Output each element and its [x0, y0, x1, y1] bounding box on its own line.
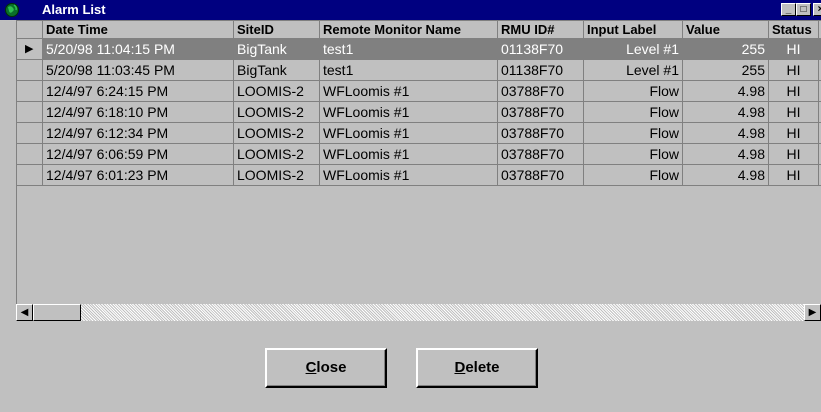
- cell-remote-monitor-name: WFLoomis #1: [320, 81, 498, 102]
- delete-button-mnemonic: D: [454, 359, 466, 376]
- cell-value: 4.98: [683, 165, 769, 186]
- cell-remote-monitor-name: test1: [320, 60, 498, 81]
- grid-empty-area: [17, 228, 821, 306]
- title-bar[interactable]: Alarm List _ □ ×: [0, 0, 821, 20]
- table-row[interactable]: 5/20/98 11:04:15 PM BigTank test1 01138F70 L…: [17, 39, 821, 60]
- cell-value: 4.98: [683, 102, 769, 123]
- cell-status: HI: [769, 81, 819, 102]
- cell-value: 4.98: [683, 81, 769, 102]
- cell-value: 255: [683, 60, 769, 81]
- cell-status: HI: [769, 123, 819, 144]
- table-row[interactable]: 12/4/97 6:24:15 PM LOOMIS-2 WFLoomis #1 037…: [17, 81, 821, 102]
- grid-corner: [17, 21, 43, 39]
- cell-input-label: Level #1: [584, 39, 683, 60]
- cell-input-label: Level #1: [584, 60, 683, 81]
- minimize-button[interactable]: _: [781, 3, 796, 16]
- cell-date-time: 12/4/97 6:06:59 PM: [43, 144, 234, 165]
- cell-site-id: LOOMIS-2: [234, 102, 320, 123]
- cell-site-id: LOOMIS-2: [234, 123, 320, 144]
- cell-rmu-id: 03788F70: [498, 81, 584, 102]
- cell-rmu-id: 03788F70: [498, 123, 584, 144]
- column-header-rmu-id[interactable]: RMU ID#: [498, 21, 584, 39]
- cell-value: 255: [683, 39, 769, 60]
- cell-date-time: 5/20/98 11:03:45 PM: [43, 60, 234, 81]
- cell-rmu-id: 03788F70: [498, 144, 584, 165]
- cell-status: HI: [769, 144, 819, 165]
- cell-status: HI: [769, 39, 819, 60]
- cell-input-label: Flow: [584, 102, 683, 123]
- cell-remote-monitor-name: WFLoomis #1: [320, 102, 498, 123]
- column-header-date-time[interactable]: Date Time: [43, 21, 234, 39]
- cell-value: 4.98: [683, 123, 769, 144]
- cell-value: 4.98: [683, 144, 769, 165]
- cell-input-label: Flow: [584, 123, 683, 144]
- maximize-button[interactable]: □: [796, 3, 811, 16]
- cell-site-id: LOOMIS-2: [234, 144, 320, 165]
- column-header-status[interactable]: Status: [769, 21, 819, 39]
- delete-button[interactable]: Delete: [416, 348, 538, 388]
- cell-site-id: BigTank: [234, 60, 320, 81]
- close-window-button[interactable]: ×: [813, 3, 821, 16]
- cell-status: HI: [769, 60, 819, 81]
- column-header-input-label[interactable]: Input Label: [584, 21, 683, 39]
- cell-input-label: Flow: [584, 144, 683, 165]
- cell-date-time: 12/4/97 6:12:34 PM: [43, 123, 234, 144]
- cell-input-label: Flow: [584, 165, 683, 186]
- close-button-label: lose: [316, 359, 347, 376]
- column-header-site-id[interactable]: SiteID: [234, 21, 320, 39]
- cell-site-id: LOOMIS-2: [234, 81, 320, 102]
- cell-status: HI: [769, 165, 819, 186]
- delete-button-label: elete: [465, 359, 500, 376]
- cell-site-id: BigTank: [234, 39, 320, 60]
- cell-remote-monitor-name: WFLoomis #1: [320, 123, 498, 144]
- close-button[interactable]: Close: [265, 348, 387, 388]
- scroll-left-button[interactable]: ◀: [16, 304, 33, 321]
- table-row[interactable]: 12/4/97 6:06:59 PM LOOMIS-2 WFLoomis #1 037…: [17, 144, 821, 165]
- alarm-grid[interactable]: Date Time SiteID Remote Monitor Name RMU ID…: [16, 20, 821, 306]
- scroll-right-button[interactable]: ▶: [804, 304, 821, 321]
- close-icon: ×: [817, 4, 821, 15]
- table-row[interactable]: 12/4/97 6:01:23 PM LOOMIS-2 WFLoomis #1 037…: [17, 165, 821, 186]
- window-title: Alarm List: [42, 2, 106, 17]
- cell-remote-monitor-name: WFLoomis #1: [320, 144, 498, 165]
- arrow-left-icon: ◀: [20, 307, 29, 318]
- table-row[interactable]: 12/4/97 6:18:10 PM LOOMIS-2 WFLoomis #1 037…: [17, 102, 821, 123]
- scroll-thumb[interactable]: [33, 304, 81, 321]
- cell-date-time: 12/4/97 6:01:23 PM: [43, 165, 234, 186]
- cell-date-time: 12/4/97 6:24:15 PM: [43, 81, 234, 102]
- cell-rmu-id: 03788F70: [498, 165, 584, 186]
- column-header-remote-monitor-name[interactable]: Remote Monitor Name: [320, 21, 498, 39]
- horizontal-scrollbar[interactable]: ◀ ▶: [16, 304, 821, 321]
- cell-rmu-id: 01138F70: [498, 39, 584, 60]
- globe-icon: [5, 3, 19, 17]
- cell-status: HI: [769, 102, 819, 123]
- cell-remote-monitor-name: WFLoomis #1: [320, 165, 498, 186]
- cell-date-time: 5/20/98 11:04:15 PM: [43, 39, 234, 60]
- arrow-right-icon: ▶: [808, 307, 817, 318]
- cell-remote-monitor-name: test1: [320, 39, 498, 60]
- cell-rmu-id: 01138F70: [498, 60, 584, 81]
- column-header-value[interactable]: Value: [683, 21, 769, 39]
- alarm-list-window: Alarm List _ □ × Date Time SiteID Remote M…: [0, 0, 821, 412]
- cell-date-time: 12/4/97 6:18:10 PM: [43, 102, 234, 123]
- cell-input-label: Flow: [584, 81, 683, 102]
- minimize-icon: _: [785, 4, 792, 15]
- maximize-icon: □: [800, 4, 807, 15]
- table-row[interactable]: 5/20/98 11:03:45 PM BigTank test1 01138F70 L…: [17, 60, 821, 81]
- cell-rmu-id: 03788F70: [498, 102, 584, 123]
- table-row[interactable]: 12/4/97 6:12:34 PM LOOMIS-2 WFLoomis #1 037…: [17, 123, 821, 144]
- cell-site-id: LOOMIS-2: [234, 165, 320, 186]
- close-button-mnemonic: C: [305, 359, 317, 376]
